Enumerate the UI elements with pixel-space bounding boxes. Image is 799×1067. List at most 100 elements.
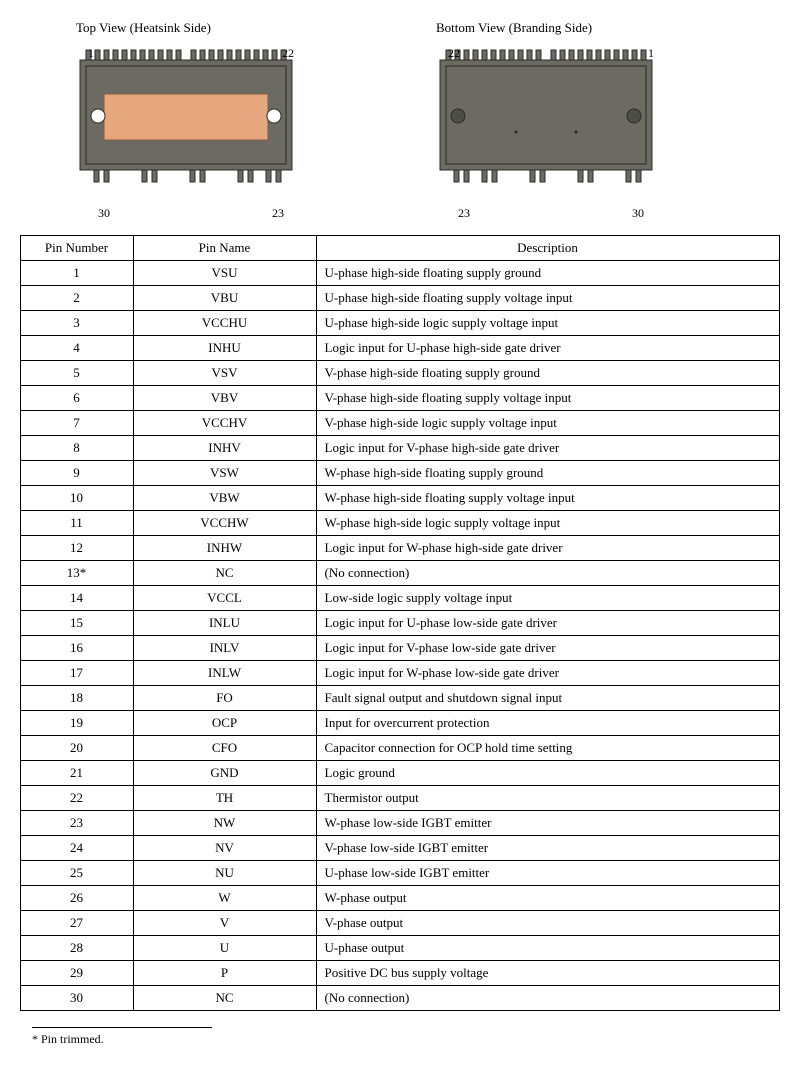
cell-pin-number: 12 — [20, 536, 133, 561]
cell-pin-name: INHU — [133, 336, 316, 361]
package-views: Top View (Heatsink Side) 1 22 — [76, 20, 783, 221]
table-header-row: Pin Number Pin Name Description — [20, 236, 779, 261]
cell-description: (No connection) — [316, 561, 779, 586]
cell-pin-number: 9 — [20, 461, 133, 486]
cell-description: U-phase high-side floating supply ground — [316, 261, 779, 286]
table-row: 23NWW-phase low-side IGBT emitter — [20, 811, 779, 836]
cell-description: U-phase output — [316, 936, 779, 961]
table-row: 13*NC(No connection) — [20, 561, 779, 586]
cell-pin-name: VSU — [133, 261, 316, 286]
table-row: 22THThermistor output — [20, 786, 779, 811]
cell-description: V-phase high-side floating supply voltag… — [316, 386, 779, 411]
package-bottom-icon — [436, 46, 656, 191]
cell-description: W-phase high-side floating supply ground — [316, 461, 779, 486]
cell-pin-number: 11 — [20, 511, 133, 536]
cell-pin-name: INLV — [133, 636, 316, 661]
table-row: 16INLVLogic input for V-phase low-side g… — [20, 636, 779, 661]
cell-pin-number: 26 — [20, 886, 133, 911]
cell-pin-number: 3 — [20, 311, 133, 336]
cell-pin-name: VCCHW — [133, 511, 316, 536]
pin-label-30: 30 — [98, 206, 110, 221]
cell-pin-number: 22 — [20, 786, 133, 811]
table-row: 8INHVLogic input for V-phase high-side g… — [20, 436, 779, 461]
cell-pin-number: 10 — [20, 486, 133, 511]
table-row: 19OCPInput for overcurrent protection — [20, 711, 779, 736]
cell-pin-number: 17 — [20, 661, 133, 686]
table-row: 27VV-phase output — [20, 911, 779, 936]
cell-pin-name: INHV — [133, 436, 316, 461]
cell-pin-number: 2 — [20, 286, 133, 311]
cell-pin-name: NC — [133, 986, 316, 1011]
cell-pin-name: VBW — [133, 486, 316, 511]
pin-label-b30: 30 — [632, 206, 644, 221]
pin-label-23: 23 — [272, 206, 284, 221]
th-pin-number: Pin Number — [20, 236, 133, 261]
table-row: 21GNDLogic ground — [20, 761, 779, 786]
cell-pin-number: 8 — [20, 436, 133, 461]
cell-description: Positive DC bus supply voltage — [316, 961, 779, 986]
table-row: 11VCCHWW-phase high-side logic supply vo… — [20, 511, 779, 536]
table-row: 12INHWLogic input for W-phase high-side … — [20, 536, 779, 561]
table-row: 17INLWLogic input for W-phase low-side g… — [20, 661, 779, 686]
cell-pin-number: 20 — [20, 736, 133, 761]
th-description: Description — [316, 236, 779, 261]
cell-description: Low-side logic supply voltage input — [316, 586, 779, 611]
table-row: 28UU-phase output — [20, 936, 779, 961]
cell-pin-number: 14 — [20, 586, 133, 611]
cell-description: Fault signal output and shutdown signal … — [316, 686, 779, 711]
cell-pin-number: 29 — [20, 961, 133, 986]
cell-pin-number: 15 — [20, 611, 133, 636]
cell-pin-number: 4 — [20, 336, 133, 361]
cell-pin-name: W — [133, 886, 316, 911]
cell-description: Logic input for U-phase low-side gate dr… — [316, 611, 779, 636]
cell-pin-name: NV — [133, 836, 316, 861]
cell-pin-number: 19 — [20, 711, 133, 736]
cell-pin-name: VBU — [133, 286, 316, 311]
cell-pin-name: GND — [133, 761, 316, 786]
table-row: 26WW-phase output — [20, 886, 779, 911]
cell-description: Logic input for V-phase high-side gate d… — [316, 436, 779, 461]
cell-description: (No connection) — [316, 986, 779, 1011]
table-row: 1VSUU-phase high-side floating supply gr… — [20, 261, 779, 286]
th-pin-name: Pin Name — [133, 236, 316, 261]
table-row: 3VCCHUU-phase high-side logic supply vol… — [20, 311, 779, 336]
cell-pin-number: 6 — [20, 386, 133, 411]
cell-pin-number: 16 — [20, 636, 133, 661]
table-row: 20CFOCapacitor connection for OCP hold t… — [20, 736, 779, 761]
cell-description: W-phase high-side logic supply voltage i… — [316, 511, 779, 536]
cell-pin-name: VCCL — [133, 586, 316, 611]
table-row: 14VCCLLow-side logic supply voltage inpu… — [20, 586, 779, 611]
table-row: 9VSWW-phase high-side floating supply gr… — [20, 461, 779, 486]
cell-pin-name: NC — [133, 561, 316, 586]
cell-pin-name: VCCHU — [133, 311, 316, 336]
cell-description: U-phase high-side logic supply voltage i… — [316, 311, 779, 336]
cell-pin-name: FO — [133, 686, 316, 711]
pin-label-b1: 1 — [648, 46, 654, 61]
cell-pin-name: INHW — [133, 536, 316, 561]
cell-pin-name: V — [133, 911, 316, 936]
cell-description: Capacitor connection for OCP hold time s… — [316, 736, 779, 761]
cell-pin-number: 30 — [20, 986, 133, 1011]
table-row: 24NVV-phase low-side IGBT emitter — [20, 836, 779, 861]
cell-pin-number: 28 — [20, 936, 133, 961]
cell-pin-name: NW — [133, 811, 316, 836]
cell-description: V-phase high-side logic supply voltage i… — [316, 411, 779, 436]
pin-label-b22: 22 — [448, 46, 460, 61]
table-row: 5VSVV-phase high-side floating supply gr… — [20, 361, 779, 386]
cell-pin-name: INLW — [133, 661, 316, 686]
cell-description: Logic input for V-phase low-side gate dr… — [316, 636, 779, 661]
cell-pin-number: 24 — [20, 836, 133, 861]
cell-pin-number: 25 — [20, 861, 133, 886]
cell-description: W-phase output — [316, 886, 779, 911]
table-row: 25NUU-phase low-side IGBT emitter — [20, 861, 779, 886]
cell-pin-number: 27 — [20, 911, 133, 936]
bottom-view-title: Bottom View (Branding Side) — [436, 20, 666, 36]
top-view: Top View (Heatsink Side) 1 22 — [76, 20, 306, 221]
table-row: 4INHULogic input for U-phase high-side g… — [20, 336, 779, 361]
cell-description: U-phase high-side floating supply voltag… — [316, 286, 779, 311]
footnote: * Pin trimmed. — [32, 1032, 783, 1047]
cell-pin-name: CFO — [133, 736, 316, 761]
cell-pin-name: INLU — [133, 611, 316, 636]
cell-description: V-phase output — [316, 911, 779, 936]
cell-pin-name: VBV — [133, 386, 316, 411]
